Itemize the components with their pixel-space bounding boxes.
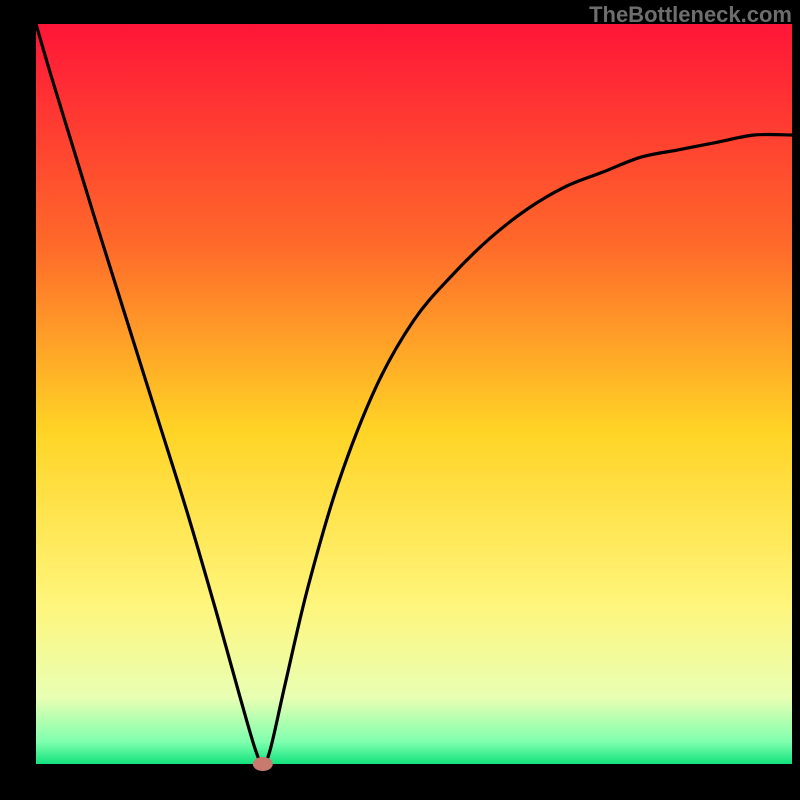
- watermark-text: TheBottleneck.com: [589, 2, 792, 28]
- chart-frame: TheBottleneck.com: [0, 0, 800, 800]
- bottleneck-chart: [0, 0, 800, 800]
- optimal-point-marker: [253, 757, 273, 771]
